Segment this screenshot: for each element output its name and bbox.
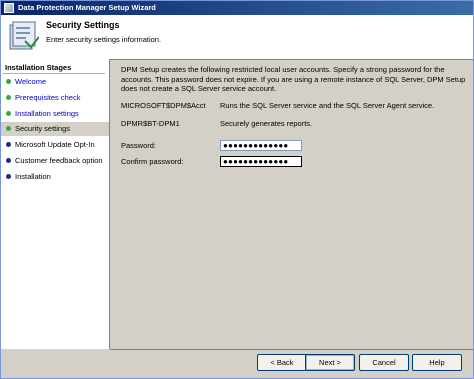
wizard-header: Security Settings Enter security setting… xyxy=(1,15,473,60)
account-name: DPMR$BT-DPM1 xyxy=(121,119,180,128)
setup-wizard-window: Data Protection Manager Setup Wizard Sec… xyxy=(0,0,474,379)
confirm-password-label: Confirm password: xyxy=(121,157,184,166)
account-description: Securely generates reports. xyxy=(220,119,313,128)
stage-security-settings: Security settings xyxy=(1,122,109,136)
confirm-password-field[interactable]: ●●●●●●●●●●●●● xyxy=(220,156,302,167)
stages-panel: Installation Stages Welcome Prerequisite… xyxy=(1,59,110,349)
intro-text: DPM Setup creates the following restrict… xyxy=(121,65,466,93)
stage-welcome[interactable]: Welcome xyxy=(1,75,109,89)
stage-pending-bullet-icon xyxy=(6,174,11,179)
app-icon xyxy=(4,3,14,13)
stage-label: Customer feedback option xyxy=(15,156,103,165)
window-title: Data Protection Manager Setup Wizard xyxy=(18,3,156,12)
stages-heading: Installation Stages xyxy=(5,63,72,72)
page-subtitle: Enter security settings information. xyxy=(46,35,162,44)
stages-divider xyxy=(3,73,105,74)
account-name: MICROSOFT$DPM$Acct xyxy=(121,101,206,110)
password-label: Password: xyxy=(121,141,157,150)
security-settings-content: DPM Setup creates the following restrict… xyxy=(110,59,473,349)
stage-pending-bullet-icon xyxy=(6,142,11,147)
stage-prerequisites-check[interactable]: Prerequisites check xyxy=(1,91,109,105)
title-bar[interactable]: Data Protection Manager Setup Wizard xyxy=(1,1,473,15)
stage-microsoft-update-opt-in: Microsoft Update Opt-In xyxy=(1,138,109,152)
setup-wizard-icon xyxy=(9,21,39,50)
stage-label: Security settings xyxy=(15,124,71,133)
stage-done-bullet-icon xyxy=(6,79,11,84)
stage-pending-bullet-icon xyxy=(6,158,11,163)
stage-done-bullet-icon xyxy=(6,111,11,116)
password-field[interactable]: ●●●●●●●●●●●●● xyxy=(220,140,302,151)
stage-label: Installation xyxy=(15,172,51,181)
stage-customer-feedback-option: Customer feedback option xyxy=(1,154,109,168)
back-button[interactable]: < Back xyxy=(257,354,307,371)
stage-label[interactable]: Prerequisites check xyxy=(15,93,80,102)
page-title: Security Settings xyxy=(46,20,120,30)
stage-label[interactable]: Installation settings xyxy=(15,109,79,118)
stage-label: Microsoft Update Opt-In xyxy=(15,140,95,149)
account-description: Runs the SQL Server service and the SQL … xyxy=(220,101,435,110)
stage-label[interactable]: Welcome xyxy=(15,77,46,86)
help-button[interactable]: Help xyxy=(412,354,462,371)
stage-installation: Installation xyxy=(1,170,109,184)
stage-installation-settings[interactable]: Installation settings xyxy=(1,107,109,121)
next-button[interactable]: Next > xyxy=(305,354,355,371)
cancel-button[interactable]: Cancel xyxy=(359,354,409,371)
stage-current-bullet-icon xyxy=(6,126,11,131)
button-bar-divider xyxy=(110,349,473,350)
stage-done-bullet-icon xyxy=(6,95,11,100)
